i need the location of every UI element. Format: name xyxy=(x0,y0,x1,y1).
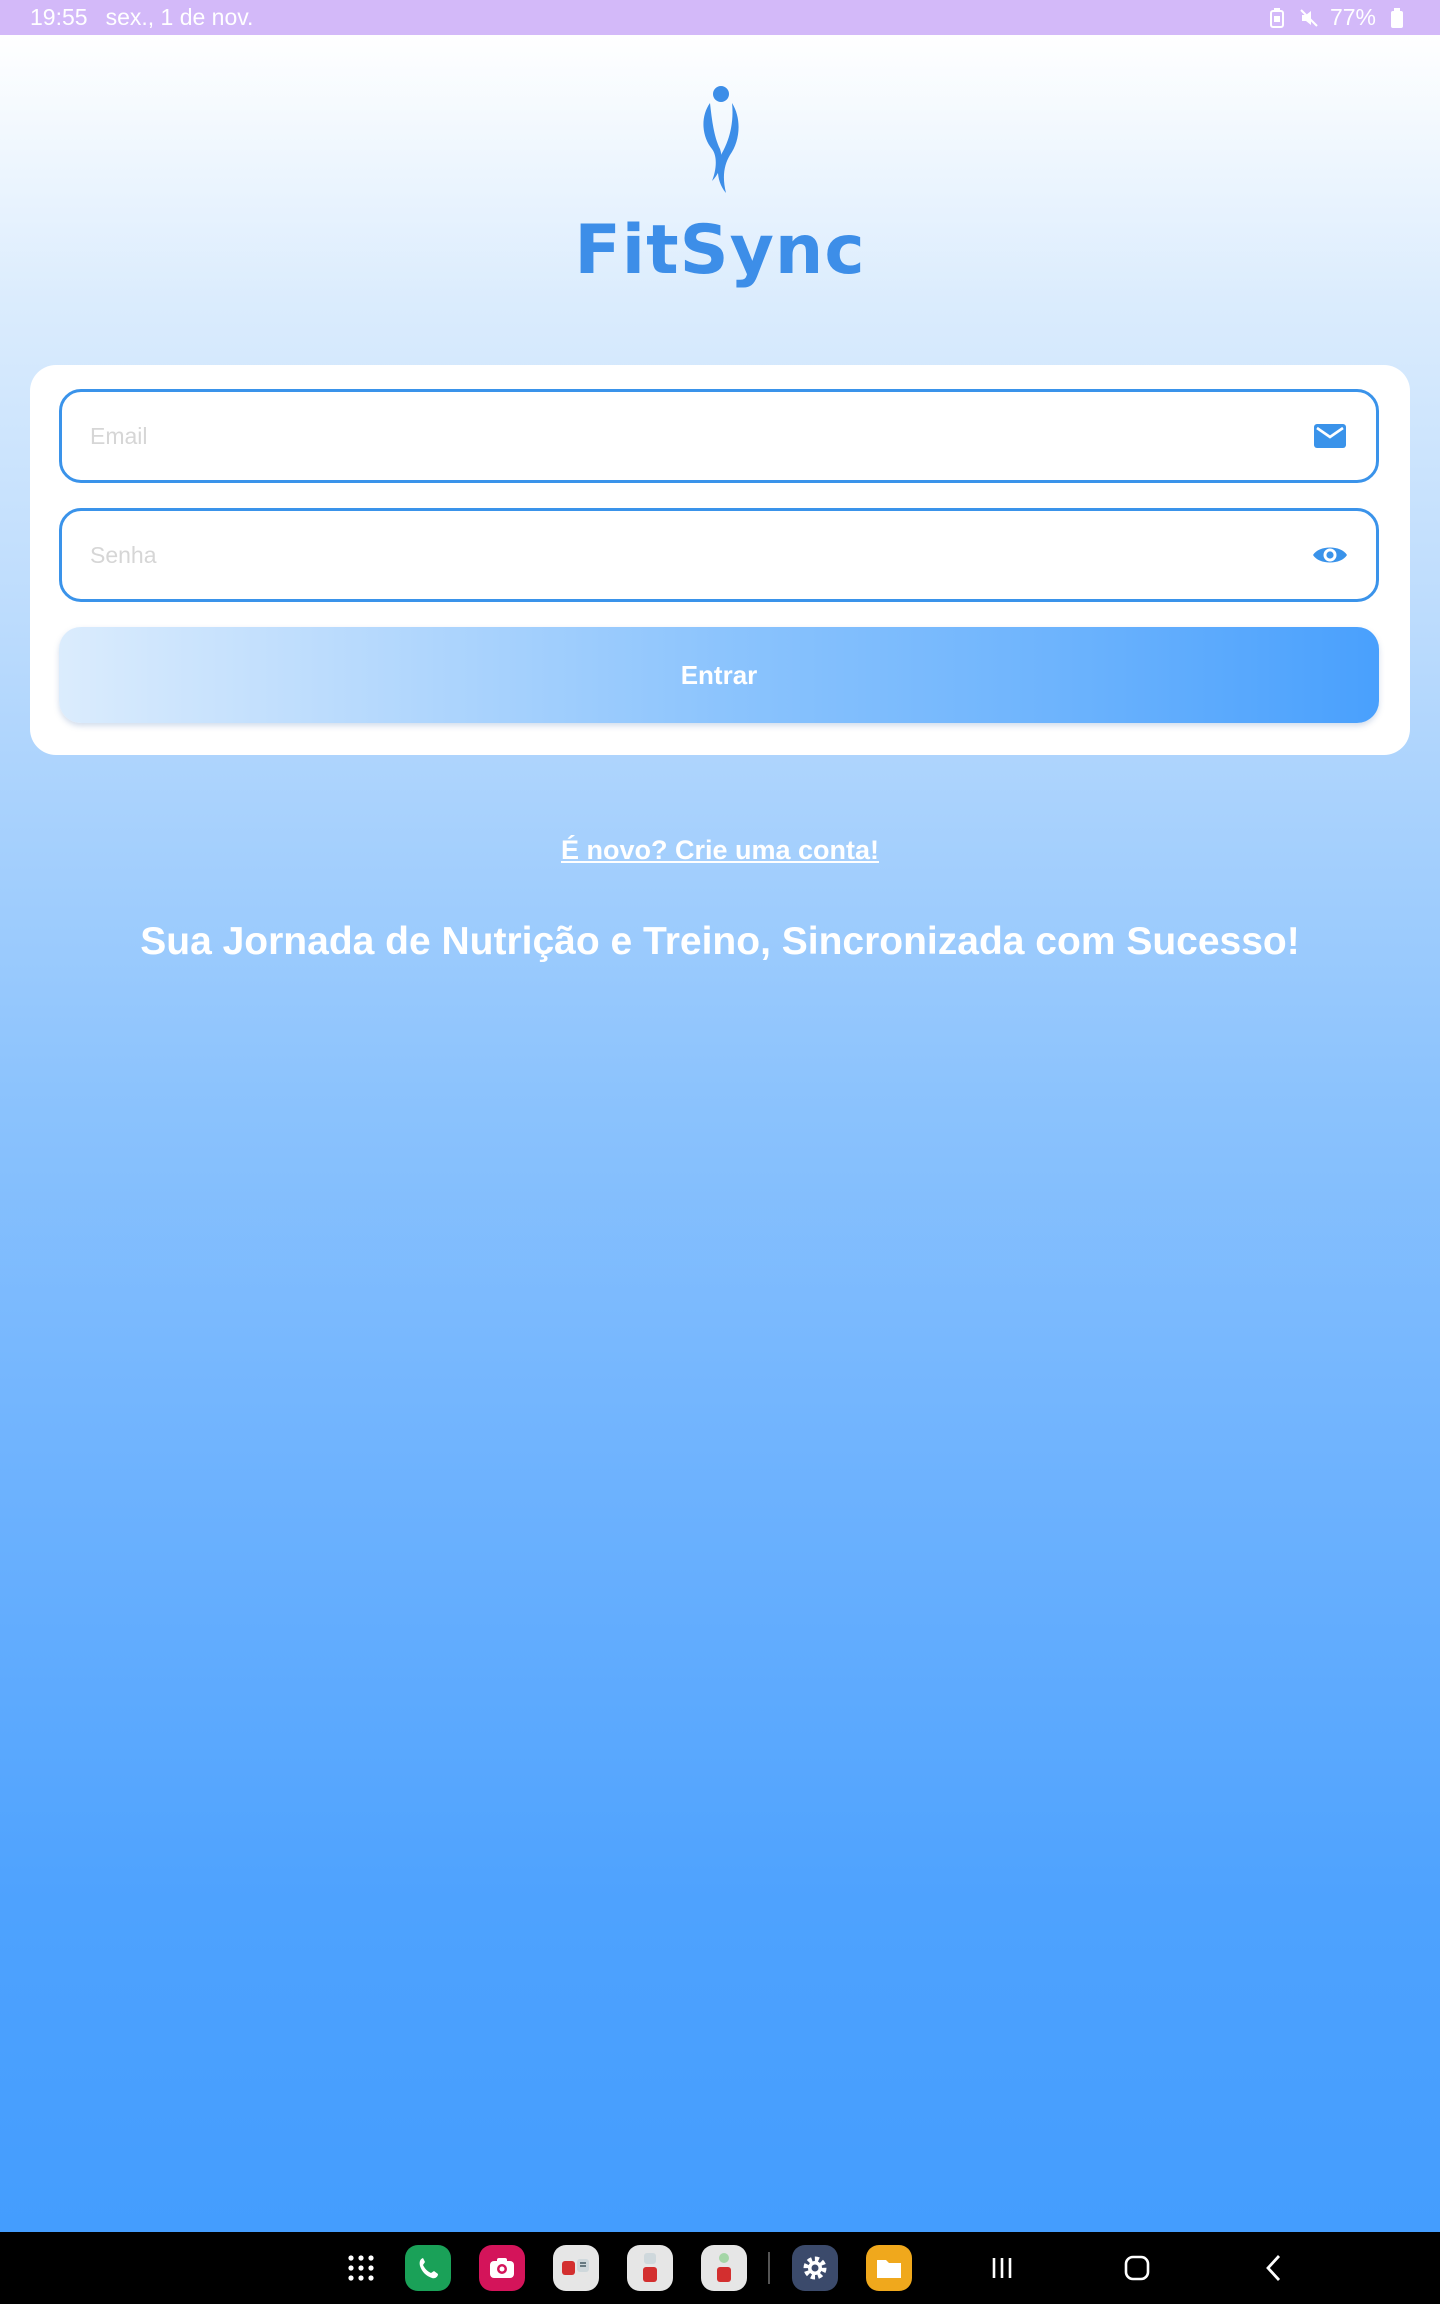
app-pair-1-icon[interactable] xyxy=(553,2245,599,2291)
login-button[interactable]: Entrar xyxy=(59,627,1379,723)
login-card: Entrar xyxy=(30,365,1410,755)
dock-divider xyxy=(768,2252,770,2284)
battery-saver-icon xyxy=(1266,7,1288,29)
status-date: sex., 1 de nov. xyxy=(105,4,254,30)
navigation-bar xyxy=(0,2232,1440,2304)
status-bar: 19:55 sex., 1 de nov. 77% xyxy=(0,0,1440,35)
email-input[interactable] xyxy=(90,422,1312,450)
battery-icon xyxy=(1386,7,1408,29)
recents-icon[interactable] xyxy=(982,2248,1022,2288)
tagline: Sua Jornada de Nutrição e Treino, Sincro… xyxy=(140,920,1300,963)
settings-app-icon[interactable] xyxy=(792,2245,838,2291)
eye-icon[interactable] xyxy=(1312,537,1348,573)
back-icon[interactable] xyxy=(1254,2248,1294,2288)
app-drawer-icon[interactable] xyxy=(341,2248,381,2288)
battery-percent: 77% xyxy=(1329,4,1376,30)
phone-app-icon[interactable] xyxy=(405,2245,451,2291)
email-field[interactable] xyxy=(59,389,1379,483)
login-screen: FitSync Entrar É novo? Crie uma conta! S… xyxy=(0,35,1440,2232)
password-field[interactable] xyxy=(59,508,1379,602)
password-input[interactable] xyxy=(90,541,1312,569)
camera-app-icon[interactable] xyxy=(479,2245,525,2291)
app-name: FitSync xyxy=(574,211,866,290)
figure-logo-icon xyxy=(703,86,739,193)
files-app-icon[interactable] xyxy=(866,2245,912,2291)
status-time: 19:55 xyxy=(30,4,88,30)
home-icon[interactable] xyxy=(1117,2248,1157,2288)
app-pair-3-icon[interactable] xyxy=(701,2245,747,2291)
mail-icon xyxy=(1312,418,1348,454)
mute-icon xyxy=(1298,7,1320,29)
app-pair-2-icon[interactable] xyxy=(627,2245,673,2291)
app-logo: FitSync xyxy=(0,85,1440,290)
signup-link[interactable]: É novo? Crie uma conta! xyxy=(0,835,1440,866)
